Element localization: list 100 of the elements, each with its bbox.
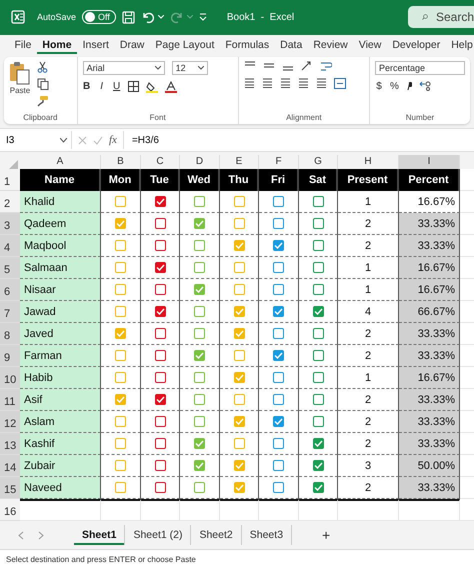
checked-checkbox[interactable] <box>273 350 284 362</box>
checkbox[interactable] <box>115 372 126 384</box>
checkbox[interactable] <box>273 438 284 450</box>
checked-checkbox[interactable] <box>194 438 205 450</box>
paste-button[interactable]: Paste <box>9 60 31 95</box>
checkbox[interactable] <box>234 218 244 230</box>
font-color-icon[interactable] <box>164 80 177 93</box>
autosave-toggle[interactable]: Off <box>82 10 116 24</box>
insert-function-button[interactable]: fx <box>109 134 117 146</box>
scroll-right-icon[interactable] <box>38 530 44 540</box>
checkbox[interactable] <box>115 196 126 208</box>
row-header[interactable]: 8 <box>0 323 20 346</box>
checked-checkbox[interactable] <box>273 416 284 428</box>
checkbox[interactable] <box>234 284 244 296</box>
fill-color-icon[interactable] <box>146 80 158 93</box>
checkbox[interactable] <box>115 460 126 472</box>
checkbox[interactable] <box>312 372 324 384</box>
row-header[interactable]: 14 <box>0 455 20 478</box>
checkbox[interactable] <box>312 284 324 296</box>
menu-tab[interactable]: View <box>353 36 387 54</box>
checked-checkbox[interactable] <box>312 438 324 450</box>
checked-checkbox[interactable] <box>194 218 205 230</box>
checkbox[interactable] <box>154 328 166 340</box>
checked-checkbox[interactable] <box>154 394 166 406</box>
merge-icon[interactable] <box>334 78 346 89</box>
checkbox[interactable] <box>194 394 205 406</box>
comma-icon[interactable] <box>406 81 412 92</box>
checkbox[interactable] <box>194 372 205 384</box>
row-header[interactable]: 7 <box>0 301 20 324</box>
checked-checkbox[interactable] <box>234 460 244 472</box>
row-header[interactable]: 16 <box>0 499 20 522</box>
checkbox[interactable] <box>154 240 166 252</box>
row-header[interactable]: 9 <box>0 345 20 368</box>
checkbox[interactable] <box>194 328 205 340</box>
row-header[interactable]: 4 <box>0 235 20 258</box>
row-header[interactable]: 11 <box>0 389 20 412</box>
add-sheet-button[interactable]: + <box>322 527 330 544</box>
checkbox[interactable] <box>194 262 205 274</box>
customize-icon[interactable] <box>198 13 207 22</box>
checkbox[interactable] <box>115 416 126 428</box>
row-header[interactable]: 5 <box>0 257 20 280</box>
checked-checkbox[interactable] <box>234 372 244 384</box>
checked-checkbox[interactable] <box>115 328 126 340</box>
checkbox[interactable] <box>312 394 324 406</box>
row-header[interactable]: 15 <box>0 477 20 500</box>
menu-tab[interactable]: Formulas <box>220 36 275 54</box>
checkbox[interactable] <box>115 284 126 296</box>
checkbox[interactable] <box>194 196 205 208</box>
menu-tab[interactable]: Draw <box>114 36 150 54</box>
checkbox[interactable] <box>234 350 244 362</box>
caret-icon[interactable] <box>158 15 164 20</box>
align-icon[interactable] <box>298 78 309 88</box>
orientation-icon[interactable] <box>300 61 313 72</box>
row-header[interactable]: 1 <box>0 169 20 192</box>
checkbox[interactable] <box>273 328 284 340</box>
name-box[interactable]: I3 <box>0 131 72 150</box>
font-size-dropdown[interactable]: 12 <box>172 60 208 75</box>
checkbox[interactable] <box>234 262 244 274</box>
menu-tab[interactable]: Developer <box>386 36 446 54</box>
number-format-dropdown[interactable]: Percentage <box>375 60 465 75</box>
wrap-text-icon[interactable] <box>320 60 332 72</box>
checked-checkbox[interactable] <box>234 482 244 494</box>
checkbox[interactable] <box>312 350 324 362</box>
checked-checkbox[interactable] <box>194 350 205 362</box>
font-dropdown[interactable]: Arial <box>82 60 165 75</box>
checkbox[interactable] <box>312 262 324 274</box>
checkbox[interactable] <box>115 350 126 362</box>
menu-tab[interactable]: Page Layout <box>150 36 220 54</box>
menu-tab[interactable]: Home <box>36 36 78 54</box>
italic-button[interactable]: I <box>98 81 106 92</box>
scroll-left-icon[interactable] <box>18 530 24 540</box>
checkbox[interactable] <box>154 218 166 230</box>
search-field[interactable]: Search <box>408 6 474 28</box>
checkbox[interactable] <box>115 438 126 450</box>
checked-checkbox[interactable] <box>312 460 324 472</box>
bold-button[interactable]: B <box>82 81 91 92</box>
checked-checkbox[interactable] <box>273 240 284 252</box>
checkbox[interactable] <box>154 284 166 296</box>
checkbox[interactable] <box>234 438 244 450</box>
checkbox[interactable] <box>312 240 324 252</box>
sheet-tab[interactable]: Sheet2 <box>191 525 242 546</box>
checked-checkbox[interactable] <box>154 262 166 274</box>
checkbox[interactable] <box>194 306 205 318</box>
checked-checkbox[interactable] <box>234 328 244 340</box>
checked-checkbox[interactable] <box>273 306 284 318</box>
menu-tab[interactable]: Review <box>308 36 354 54</box>
checkbox[interactable] <box>154 372 166 384</box>
checkbox[interactable] <box>154 438 166 450</box>
checkbox[interactable] <box>273 394 284 406</box>
checkbox[interactable] <box>154 482 166 494</box>
row-header[interactable]: 6 <box>0 279 20 302</box>
menu-tab[interactable]: Help <box>446 36 474 54</box>
checkbox[interactable] <box>234 196 244 208</box>
checkbox[interactable] <box>234 394 244 406</box>
checked-checkbox[interactable] <box>234 306 244 318</box>
row-header[interactable]: 10 <box>0 367 20 390</box>
align-icon[interactable] <box>244 78 255 88</box>
menu-tab[interactable]: Insert <box>77 36 114 54</box>
checkbox[interactable] <box>312 196 324 208</box>
checkbox[interactable] <box>115 306 126 318</box>
